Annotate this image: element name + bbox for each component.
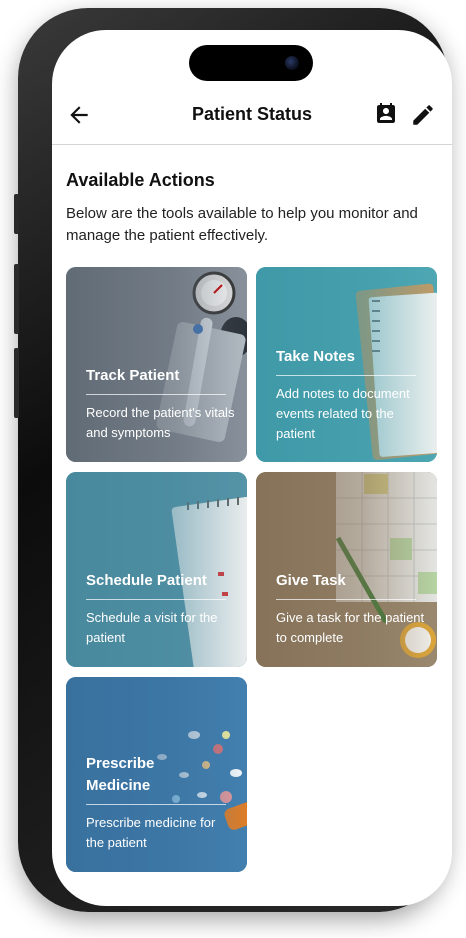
- volume-up-button: [14, 264, 19, 334]
- pencil-edit-icon[interactable]: [410, 102, 436, 128]
- camera-icon: [285, 56, 299, 70]
- card-divider: [86, 394, 226, 395]
- schedule-patient-card[interactable]: Schedule Patient Schedule a visit for th…: [66, 472, 247, 667]
- phone-frame: Patient Status Available Actions Below a…: [14, 8, 452, 912]
- card-divider: [276, 599, 416, 600]
- card-title: Track Patient: [86, 367, 180, 384]
- card-description: Give a task for the patient to complete: [276, 610, 425, 645]
- track-patient-card[interactable]: Track Patient Record the patient's vital…: [66, 267, 247, 462]
- app-bar: Patient Status: [52, 88, 452, 145]
- card-description: Record the patient's vitals and symptoms: [86, 405, 235, 440]
- card-title: Schedule Patient: [86, 572, 207, 589]
- volume-down-button: [14, 348, 19, 418]
- card-description: Add notes to document events related to …: [276, 386, 410, 441]
- section-title: Available Actions: [66, 170, 215, 190]
- prescribe-medicine-card[interactable]: Prescribe Medicine Prescribe medicine fo…: [66, 677, 247, 872]
- card-description: Schedule a visit for the patient: [86, 610, 218, 645]
- contact-card-icon[interactable]: [374, 102, 398, 126]
- card-title: Take Notes: [276, 348, 355, 365]
- give-task-card[interactable]: Give Task Give a task for the patient to…: [256, 472, 437, 667]
- card-title: Give Task: [276, 572, 346, 589]
- take-notes-card[interactable]: Take Notes Add notes to document events …: [256, 267, 437, 462]
- card-title: Prescribe Medicine: [86, 755, 155, 794]
- action-button: [14, 194, 19, 234]
- card-divider: [86, 599, 226, 600]
- section-description: Below are the tools available to help yo…: [66, 205, 418, 244]
- dynamic-island: [189, 45, 313, 81]
- card-description: Prescribe medicine for the patient: [86, 815, 216, 850]
- card-divider: [86, 804, 226, 805]
- screen: Patient Status Available Actions Below a…: [52, 30, 452, 906]
- card-divider: [276, 375, 416, 376]
